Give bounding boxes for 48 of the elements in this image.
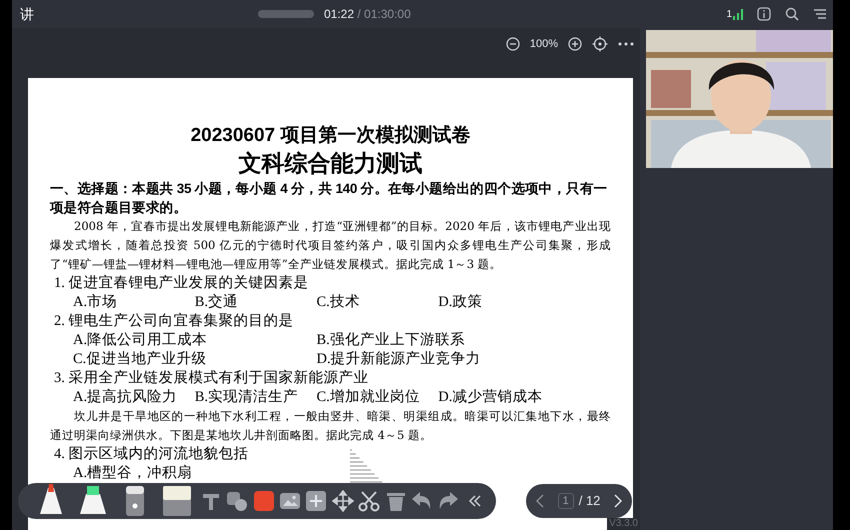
info-icon[interactable] — [757, 7, 771, 21]
question-text: 3. 采用全产业链发展模式有利于国家新能源产业 — [53, 369, 370, 388]
section-heading: 一、选择题：本题共 35 小题，每小题 4 分，共 140 分。在每小题给出的四个选项中，只有一项是符合题目要求的。 — [50, 180, 608, 217]
option-text: C.促进当地产业升级 — [73, 350, 208, 369]
page-input[interactable]: 1 — [558, 493, 574, 509]
previous-page-icon[interactable] — [536, 494, 544, 508]
option-text: B.交通 — [194, 293, 240, 312]
option-text: C.增加就业岗位 — [316, 388, 421, 407]
passage-text: 坎儿井是干旱地区的一种地下水利工程，一般由竖井、暗渠、明渠组成。暗渠可以汇集地下水，最终通过明渠向绿洲供水。下图是某地坎儿井剖面略图。据此完成 4～5 题。 — [50, 408, 611, 444]
image-icon[interactable] — [278, 490, 301, 512]
option-text: B.强化产业上下游联系 — [316, 331, 466, 350]
option-text: B.实现清洁生产 — [194, 388, 300, 407]
collapse-icon[interactable] — [466, 493, 483, 509]
question-text: 2. 锂电生产公司向宜春集聚的目的是 — [53, 312, 294, 331]
more-icon[interactable] — [618, 41, 634, 48]
shapes-icon[interactable] — [226, 490, 248, 512]
option-text: A.槽型谷，冲积扇 — [73, 464, 194, 483]
add-icon[interactable] — [305, 490, 328, 512]
next-page-icon[interactable] — [614, 494, 622, 508]
progress-track[interactable] — [258, 10, 314, 18]
option-text: D.提升新能源产业竞争力 — [316, 350, 482, 369]
color-swatch[interactable] — [254, 491, 274, 511]
option-text: D.减少营销成本 — [438, 388, 544, 407]
question-text: 1. 促进宜春锂电产业发展的关键因素是 — [53, 274, 310, 293]
time-text: 01:22 / 01:30:00 — [324, 6, 411, 23]
option-text: D.政策 — [438, 293, 484, 312]
scissors-icon[interactable] — [358, 490, 380, 512]
version-text: V3.3.0 — [607, 518, 640, 530]
signal-count: 1 — [726, 10, 732, 20]
move-icon[interactable] — [332, 490, 354, 512]
zoom-out-icon[interactable] — [506, 37, 520, 52]
document-subtitle: 文科综合能力测试 — [238, 149, 424, 178]
signal-icon — [733, 8, 743, 20]
option-text: A.提高抗风险力 — [73, 388, 178, 407]
target-icon[interactable] — [592, 36, 608, 52]
menu-icon[interactable] — [813, 8, 827, 20]
title-text: 讲 — [20, 4, 34, 24]
option-text: A.降低公司用工成本 — [73, 331, 208, 350]
document-title: 20230607 项目第一次模拟测试卷 — [190, 124, 472, 148]
zoom-level: 100% — [530, 37, 558, 52]
search-icon[interactable] — [785, 7, 799, 21]
option-text: C.技术 — [316, 293, 361, 312]
question-text: 4. 图示区域内的河流地貌包括 — [53, 445, 250, 464]
passage-text: 2008 年，宜春市提出发展锂电新能源产业，打造“亚洲锂都”的目标。2020 年后，该市锂电产业出现爆发式增长，随着总投资 500 亿元的宁德时代项目签约落户，吸引国内众多锂电生产公司集聚，形成了“锂矿—锂盐—锂材料—锂电池—锂应用等”全产业链发展模式。据此完成 1～3 题。 — [50, 218, 611, 273]
zoom-in-icon[interactable] — [568, 37, 582, 52]
page-total: / 12 — [578, 492, 600, 510]
trash-icon[interactable] — [384, 490, 407, 512]
option-text: A.市场 — [73, 293, 118, 312]
